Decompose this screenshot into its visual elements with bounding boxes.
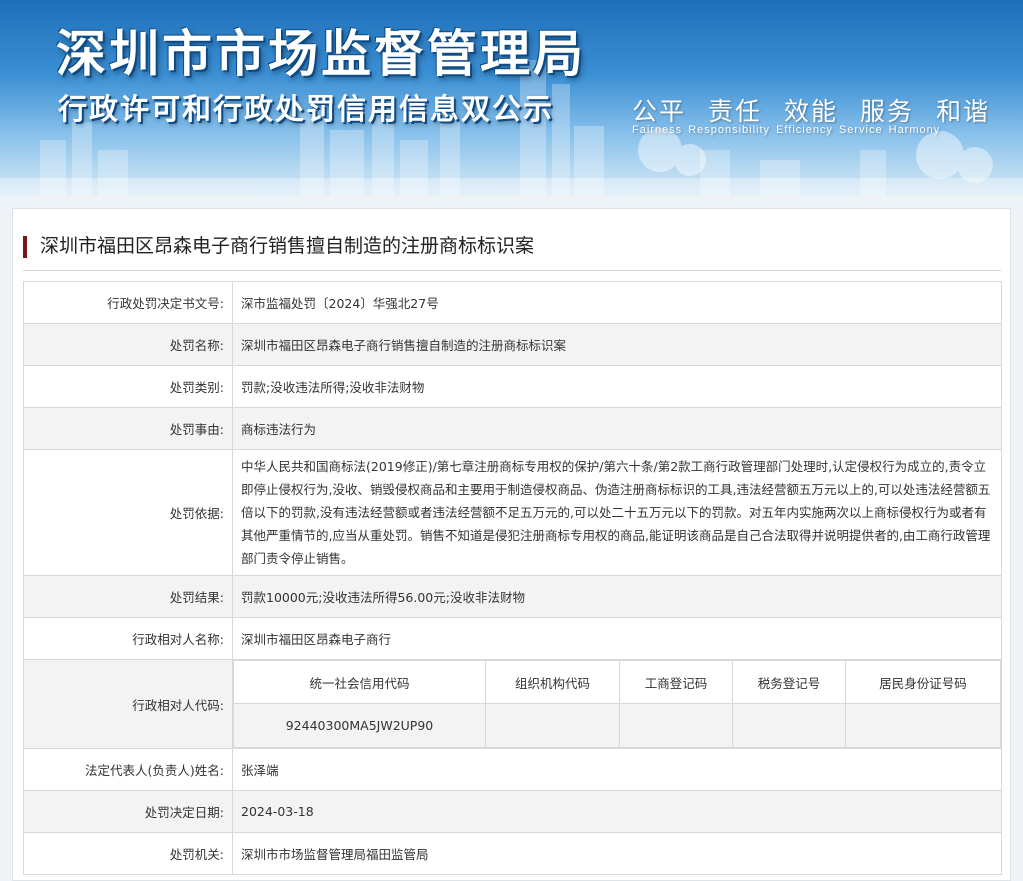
motto-en-item: Responsibility: [688, 124, 771, 136]
table-row: 行政处罚决定书文号: 深市监福处罚〔2024〕华强北27号: [23, 281, 1002, 324]
motto-chinese: 公平 责任 效能 服务 和谐: [632, 92, 1012, 128]
org-code-value: [485, 703, 620, 748]
field-label: 行政相对人名称:: [23, 617, 233, 660]
table-row: 处罚名称: 深圳市福田区昂森电子商行销售擅自制造的注册商标标识案: [23, 323, 1002, 366]
column-header: 居民身份证号码: [845, 660, 1001, 704]
detail-panel: 深圳市福田区昂森电子商行销售擅自制造的注册商标标识案 行政处罚决定书文号: 深市…: [12, 208, 1011, 881]
column-header: 税务登记号: [732, 660, 846, 704]
table-row: 处罚决定日期: 2024-03-18: [23, 790, 1002, 833]
field-label: 行政处罚决定书文号:: [23, 281, 233, 324]
table-row: 处罚机关: 深圳市市场监督管理局福田监管局: [23, 832, 1002, 875]
party-code-value-row: 92440300MA5JW2UP90: [233, 703, 1001, 748]
site-title: 深圳市市场监督管理局: [56, 25, 586, 83]
motto-cn-item: 和谐: [936, 97, 991, 126]
party-code-header-row: 统一社会信用代码 组织机构代码 工商登记码 税务登记号 居民身份证号码: [233, 660, 1001, 704]
table-row: 法定代表人(负责人)姓名: 张泽端: [23, 748, 1002, 791]
motto-en-item: Service: [838, 124, 883, 136]
motto-cn-item: 责任: [708, 97, 763, 126]
table-row: 行政相对人名称: 深圳市福田区昂森电子商行: [23, 617, 1002, 660]
motto-cn-item: 服务: [860, 97, 915, 126]
penalty-category-value: 罚款;没收违法所得;没收非法财物: [232, 365, 1002, 408]
table-row: 处罚类别: 罚款;没收违法所得;没收非法财物: [23, 365, 1002, 408]
motto-en-item: Efficiency: [776, 124, 833, 136]
party-name-value: 深圳市福田区昂森电子商行: [232, 617, 1002, 660]
legal-rep-value: 张泽端: [232, 748, 1002, 791]
motto-en-item: Harmony: [888, 124, 941, 136]
field-label: 处罚机关:: [23, 832, 233, 875]
authority-value: 深圳市市场监督管理局福田监管局: [232, 832, 1002, 875]
field-label: 处罚名称:: [23, 323, 233, 366]
motto-english: Fairness Responsibility Efficiency Service H…: [632, 124, 946, 136]
decision-date-value: 2024-03-18: [232, 790, 1002, 833]
motto-cn-item: 效能: [784, 97, 839, 126]
table-row: 处罚结果: 罚款10000元;没收违法所得56.00元;没收非法财物: [23, 575, 1002, 618]
doc-number-value: 深市监福处罚〔2024〕华强北27号: [232, 281, 1002, 324]
table-row: 处罚依据: 中华人民共和国商标法(2019修正)/第七章注册商标专用权的保护/第…: [23, 449, 1002, 576]
penalty-info-table: 行政处罚决定书文号: 深市监福处罚〔2024〕华强北27号 处罚名称: 深圳市福…: [23, 281, 1002, 875]
field-label: 处罚决定日期:: [23, 790, 233, 833]
field-label: 法定代表人(负责人)姓名:: [23, 748, 233, 791]
penalty-reason-value: 商标违法行为: [232, 407, 1002, 450]
penalty-basis-value: 中华人民共和国商标法(2019修正)/第七章注册商标专用权的保护/第六十条/第2…: [232, 449, 1002, 576]
site-subtitle: 行政许可和行政处罚信用信息双公示: [58, 92, 555, 126]
column-header: 统一社会信用代码: [233, 660, 486, 704]
business-reg-value: [619, 703, 733, 748]
column-header: 工商登记码: [619, 660, 733, 704]
motto-cn-item: 公平: [632, 97, 687, 126]
id-card-value: [845, 703, 1001, 748]
penalty-result-value: 罚款10000元;没收违法所得56.00元;没收非法财物: [232, 575, 1002, 618]
penalty-name-value: 深圳市福田区昂森电子商行销售擅自制造的注册商标标识案: [232, 323, 1002, 366]
field-label: 处罚结果:: [23, 575, 233, 618]
party-code-cell: 统一社会信用代码 组织机构代码 工商登记码 税务登记号 居民身份证号码 9244…: [232, 659, 1002, 749]
field-label: 处罚依据:: [23, 449, 233, 576]
case-title-header: 深圳市福田区昂森电子商行销售擅自制造的注册商标标识案: [23, 227, 1001, 271]
header-banner: 深圳市市场监督管理局 行政许可和行政处罚信用信息双公示 公平 责任 效能 服务 和谐 F…: [0, 0, 1023, 196]
party-code-table: 统一社会信用代码 组织机构代码 工商登记码 税务登记号 居民身份证号码 9244…: [233, 660, 1001, 748]
motto-en-item: Fairness: [632, 124, 683, 136]
credit-code-value: 92440300MA5JW2UP90: [233, 703, 486, 748]
field-label: 处罚事由:: [23, 407, 233, 450]
title-accent-bar: [23, 236, 27, 258]
field-label: 处罚类别:: [23, 365, 233, 408]
case-title: 深圳市福田区昂森电子商行销售擅自制造的注册商标标识案: [40, 235, 535, 257]
tax-reg-value: [732, 703, 846, 748]
column-header: 组织机构代码: [485, 660, 620, 704]
table-row: 处罚事由: 商标违法行为: [23, 407, 1002, 450]
table-row: 行政相对人代码: 统一社会信用代码 组织机构代码 工商登记码 税务登记号 居民身…: [23, 659, 1002, 749]
field-label: 行政相对人代码:: [23, 659, 233, 749]
